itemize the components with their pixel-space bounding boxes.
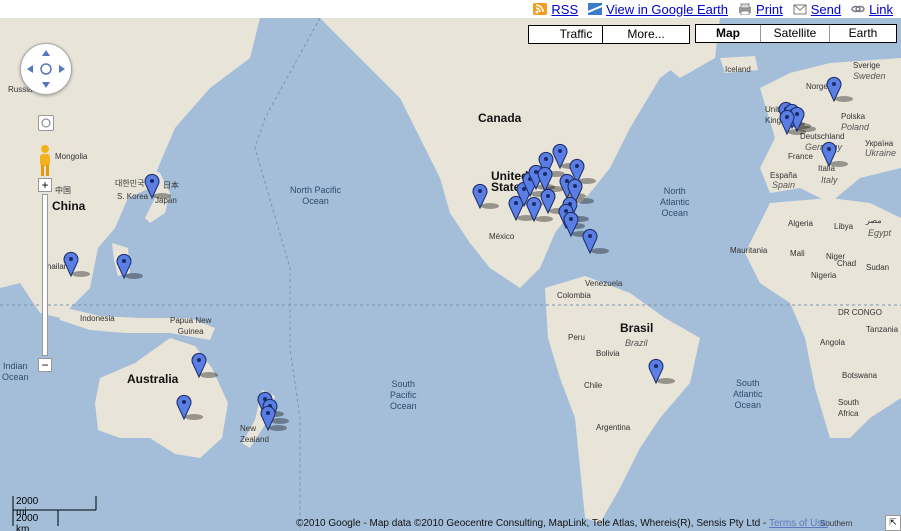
google-earth-icon <box>588 3 603 15</box>
view-in-google-earth-link[interactable]: View in Google Earth <box>588 2 728 17</box>
placemark-shadow <box>591 248 609 254</box>
placemark-shadow <box>535 216 553 222</box>
placemark-shadow <box>481 203 499 209</box>
envelope-icon <box>793 4 807 15</box>
pan-arrows-icon <box>27 50 65 88</box>
placemark-shadow <box>830 161 848 167</box>
terms-of-use-link[interactable]: Terms of Use <box>769 518 828 529</box>
zoom-slider-track[interactable] <box>42 194 48 356</box>
marker-layer <box>63 76 853 432</box>
scale-km: 2000 km <box>16 513 39 531</box>
placemark-shadow <box>185 414 203 420</box>
zoom-in-button[interactable]: + <box>38 178 52 192</box>
send-label: Send <box>810 1 842 17</box>
circle-icon <box>41 118 51 128</box>
view-in-google-earth-label: View in Google Earth <box>606 1 729 17</box>
placemark-shadow <box>72 271 90 277</box>
placemark-shadow <box>576 198 594 204</box>
more-button[interactable]: More... <box>602 25 690 44</box>
printer-icon <box>739 3 752 15</box>
rss-label: RSS <box>551 1 579 17</box>
zoom-control: + − <box>38 178 52 372</box>
street-view-reset-button[interactable] <box>38 115 54 131</box>
placemark-shadow <box>125 273 143 279</box>
map-type-switcher: Map Satellite Earth <box>695 24 897 43</box>
chain-link-icon <box>851 5 865 13</box>
pan-control[interactable] <box>20 43 72 95</box>
zoom-out-button[interactable]: − <box>38 358 52 372</box>
rss-link[interactable]: RSS <box>533 2 578 17</box>
placemark-shadow <box>200 372 218 378</box>
map-toolbar: RSS View in Google Earth Print Send Link <box>0 0 901 18</box>
rss-icon <box>533 3 548 15</box>
placemark-shadow <box>788 129 806 135</box>
map-type-earth-button[interactable]: Earth <box>830 25 896 42</box>
link-link[interactable]: Link <box>851 2 893 17</box>
placemark-shadow <box>269 425 287 431</box>
placemark-shadow <box>153 193 171 199</box>
pegman-button[interactable] <box>36 144 54 178</box>
send-link[interactable]: Send <box>793 2 841 17</box>
copyright-notice: ©2010 Google - Map data ©2010 Geocentre … <box>296 518 828 529</box>
print-link[interactable]: Print <box>738 2 783 17</box>
more-label: More... <box>627 27 665 41</box>
map-type-map-button[interactable]: Map <box>696 25 761 42</box>
placemark-shadow <box>271 418 289 424</box>
copyright-text: ©2010 Google - Map data ©2010 Geocentre … <box>296 518 769 529</box>
map-type-satellite-button[interactable]: Satellite <box>761 25 830 42</box>
placemark-shadow <box>835 96 853 102</box>
print-label: Print <box>756 1 783 17</box>
pegman-icon <box>40 145 50 176</box>
placemark-shadow <box>657 378 675 384</box>
world-map[interactable]: Russia Mongolia 中国 China 대한민국 S. Korea 日… <box>0 18 901 531</box>
link-label: Link <box>869 1 893 17</box>
resize-corner-icon[interactable]: ⇱ <box>885 515 901 531</box>
